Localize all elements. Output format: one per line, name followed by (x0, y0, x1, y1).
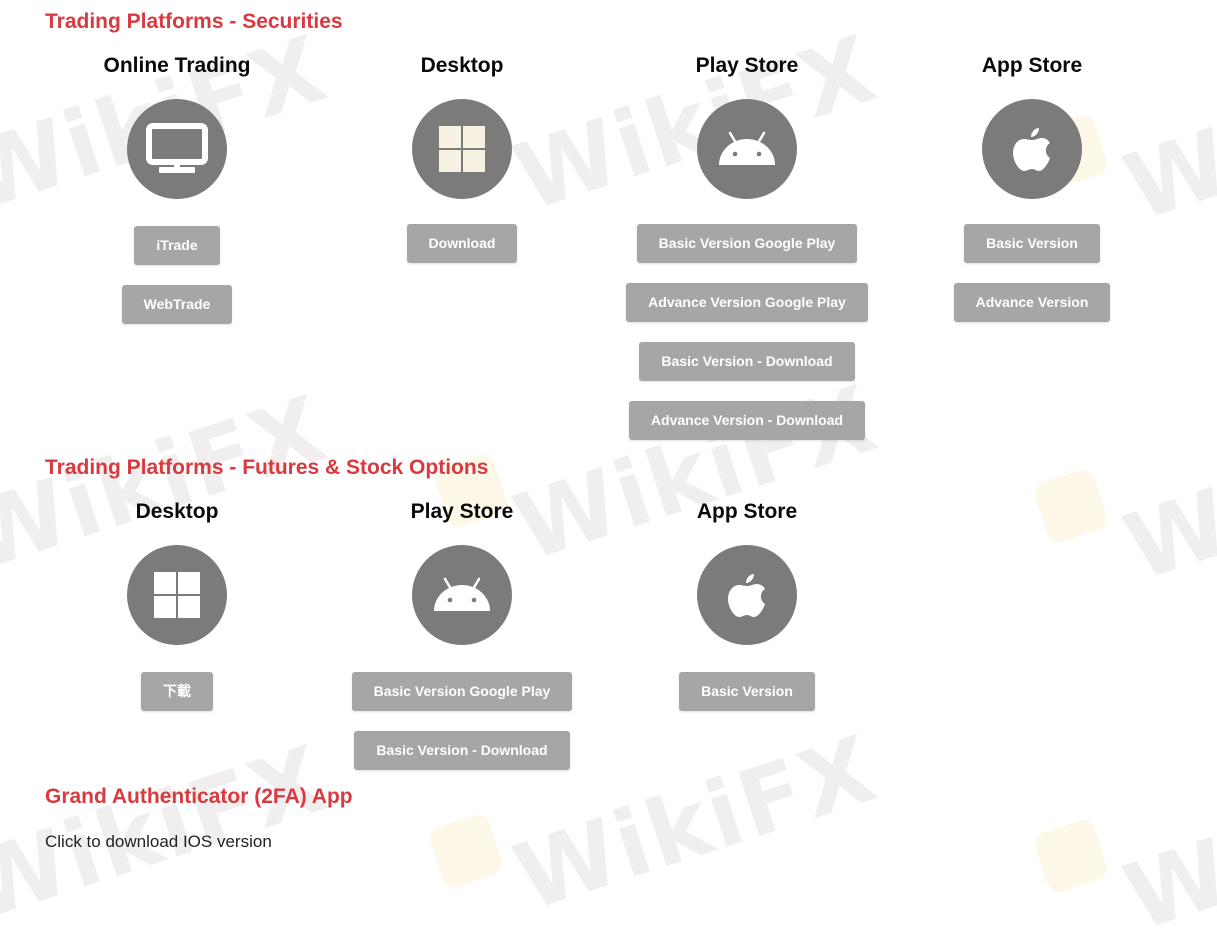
monitor-icon (127, 99, 227, 199)
platform-title: App Store (696, 500, 798, 523)
appstore-advance-version-button[interactable]: Advance Version (953, 283, 1111, 322)
futures-appstore-basic-version-button[interactable]: Basic Version (679, 672, 815, 711)
platform-title: Play Store (695, 54, 799, 77)
apple-icon (697, 545, 797, 645)
platform-title: App Store (981, 54, 1083, 77)
windows-icon (412, 99, 512, 199)
apple-icon (982, 99, 1082, 199)
download-ios-2fa-link[interactable]: Click to download IOS version (45, 832, 272, 852)
basic-apk-download-button[interactable]: Basic Version - Download (639, 342, 855, 381)
platform-title: Play Store (410, 500, 514, 523)
watermark-logo (1031, 816, 1111, 896)
section-title-securities: Trading Platforms - Securities (45, 10, 343, 33)
futures-desktop-download-button[interactable]: 下載 (141, 672, 213, 711)
android-icon (697, 99, 797, 199)
section-title-futures: Trading Platforms - Futures & Stock Opti… (45, 456, 489, 479)
platform-desktop: Desktop Download (332, 53, 592, 263)
platform-title: Desktop (135, 500, 219, 523)
section-title-2fa: Grand Authenticator (2FA) App (45, 785, 353, 808)
futures-basic-google-play-button[interactable]: Basic Version Google Play (351, 672, 573, 711)
platform-title: Online Trading (103, 54, 251, 77)
watermark: WikiFX (1112, 385, 1217, 602)
advance-google-play-button[interactable]: Advance Version Google Play (626, 283, 868, 322)
advance-apk-download-button[interactable]: Advance Version - Download (628, 401, 866, 440)
platform-online-trading: Online Trading iTrade WebTrade (47, 53, 307, 324)
webtrade-button[interactable]: WebTrade (121, 285, 233, 324)
android-icon (412, 545, 512, 645)
watermark: WikiFX (1112, 735, 1217, 952)
windows-icon (127, 545, 227, 645)
desktop-download-button[interactable]: Download (406, 224, 518, 263)
watermark-logo (1031, 466, 1111, 546)
platform-futures-play-store: Play Store Basic Version Google Play Bas… (332, 499, 592, 770)
platform-title: Desktop (420, 54, 504, 77)
basic-google-play-button[interactable]: Basic Version Google Play (636, 224, 858, 263)
watermark-logo (426, 811, 506, 891)
platform-futures-app-store: App Store Basic Version (617, 499, 877, 711)
itrade-button[interactable]: iTrade (134, 226, 220, 265)
platform-futures-desktop: Desktop 下載 (47, 499, 307, 711)
platform-app-store: App Store Basic Version Advance Version (902, 53, 1162, 322)
futures-basic-apk-download-button[interactable]: Basic Version - Download (354, 731, 570, 770)
platform-play-store: Play Store Basic Version Google Play Adv… (617, 53, 877, 440)
appstore-basic-version-button[interactable]: Basic Version (964, 224, 1100, 263)
